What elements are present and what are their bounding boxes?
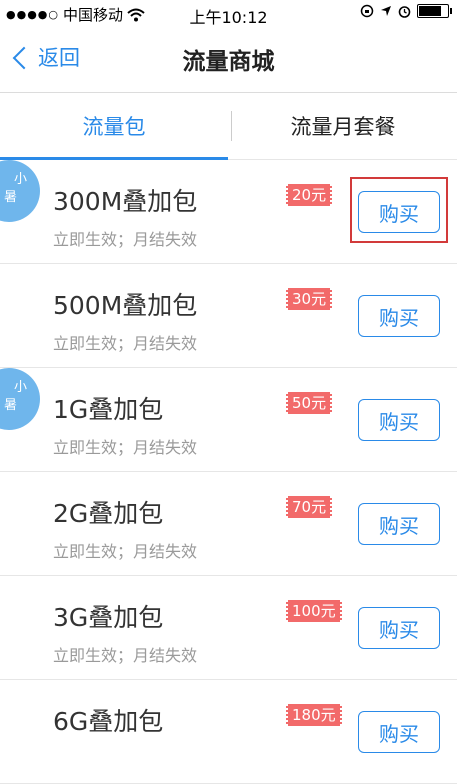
item-name: 6G叠加包 <box>53 707 164 736</box>
item-desc: 立即生效；月结失效 <box>53 230 198 249</box>
tab-bar: 流量包 流量月套餐 <box>0 93 457 160</box>
location-arrow-icon <box>381 6 391 16</box>
list-item: 6G叠加包 180元 购买 <box>0 680 457 784</box>
list-item: 500M叠加包 立即生效；月结失效 30元 购买 <box>0 264 457 368</box>
buy-button[interactable]: 购买 <box>358 295 440 337</box>
item-name: 3G叠加包 <box>53 603 164 632</box>
summer-badge: 小 暑 <box>0 368 40 430</box>
price-tag: 20元 <box>286 184 333 206</box>
item-name: 1G叠加包 <box>53 395 164 424</box>
buy-button[interactable]: 购买 <box>358 503 440 545</box>
item-name: 500M叠加包 <box>53 291 198 320</box>
summer-badge: 小 暑 <box>0 160 40 222</box>
list-item: 小 暑 1G叠加包 立即生效；月结失效 50元 购买 <box>0 368 457 472</box>
item-desc: 立即生效；月结失效 <box>53 438 198 457</box>
nav-bar: 返回 流量商城 <box>0 28 457 93</box>
product-list: 小 暑 300M叠加包 立即生效；月结失效 20元 购买 500M叠加包 立即生… <box>0 160 457 784</box>
list-item: 3G叠加包 立即生效；月结失效 100元 购买 <box>0 576 457 680</box>
list-item: 2G叠加包 立即生效；月结失效 70元 购买 <box>0 472 457 576</box>
price-tag: 180元 <box>286 704 342 726</box>
page-title: 流量商城 <box>182 49 275 75</box>
list-item: 小 暑 300M叠加包 立即生效；月结失效 20元 购买 <box>0 160 457 264</box>
buy-button[interactable]: 购买 <box>358 191 440 233</box>
buy-button[interactable]: 购买 <box>358 399 440 441</box>
item-name: 300M叠加包 <box>53 187 198 216</box>
price-tag: 70元 <box>286 496 333 518</box>
price-tag: 100元 <box>286 600 342 622</box>
tab-traffic-pack[interactable]: 流量包 <box>0 93 228 160</box>
rotation-lock-icon <box>360 4 374 18</box>
item-desc: 立即生效；月结失效 <box>53 646 198 665</box>
alarm-icon <box>398 5 411 18</box>
item-desc: 立即生效；月结失效 <box>53 334 198 353</box>
status-right <box>360 4 452 18</box>
item-desc: 立即生效；月结失效 <box>53 542 198 561</box>
buy-button[interactable]: 购买 <box>358 607 440 649</box>
status-bar: ●●●●○ 中国移动 上午10:12 <box>0 0 457 28</box>
tab-monthly-plan[interactable]: 流量月套餐 <box>229 93 457 159</box>
price-tag: 50元 <box>286 392 333 414</box>
item-name: 2G叠加包 <box>53 499 164 528</box>
price-tag: 30元 <box>286 288 333 310</box>
battery-icon <box>417 4 452 18</box>
buy-button[interactable]: 购买 <box>358 711 440 753</box>
